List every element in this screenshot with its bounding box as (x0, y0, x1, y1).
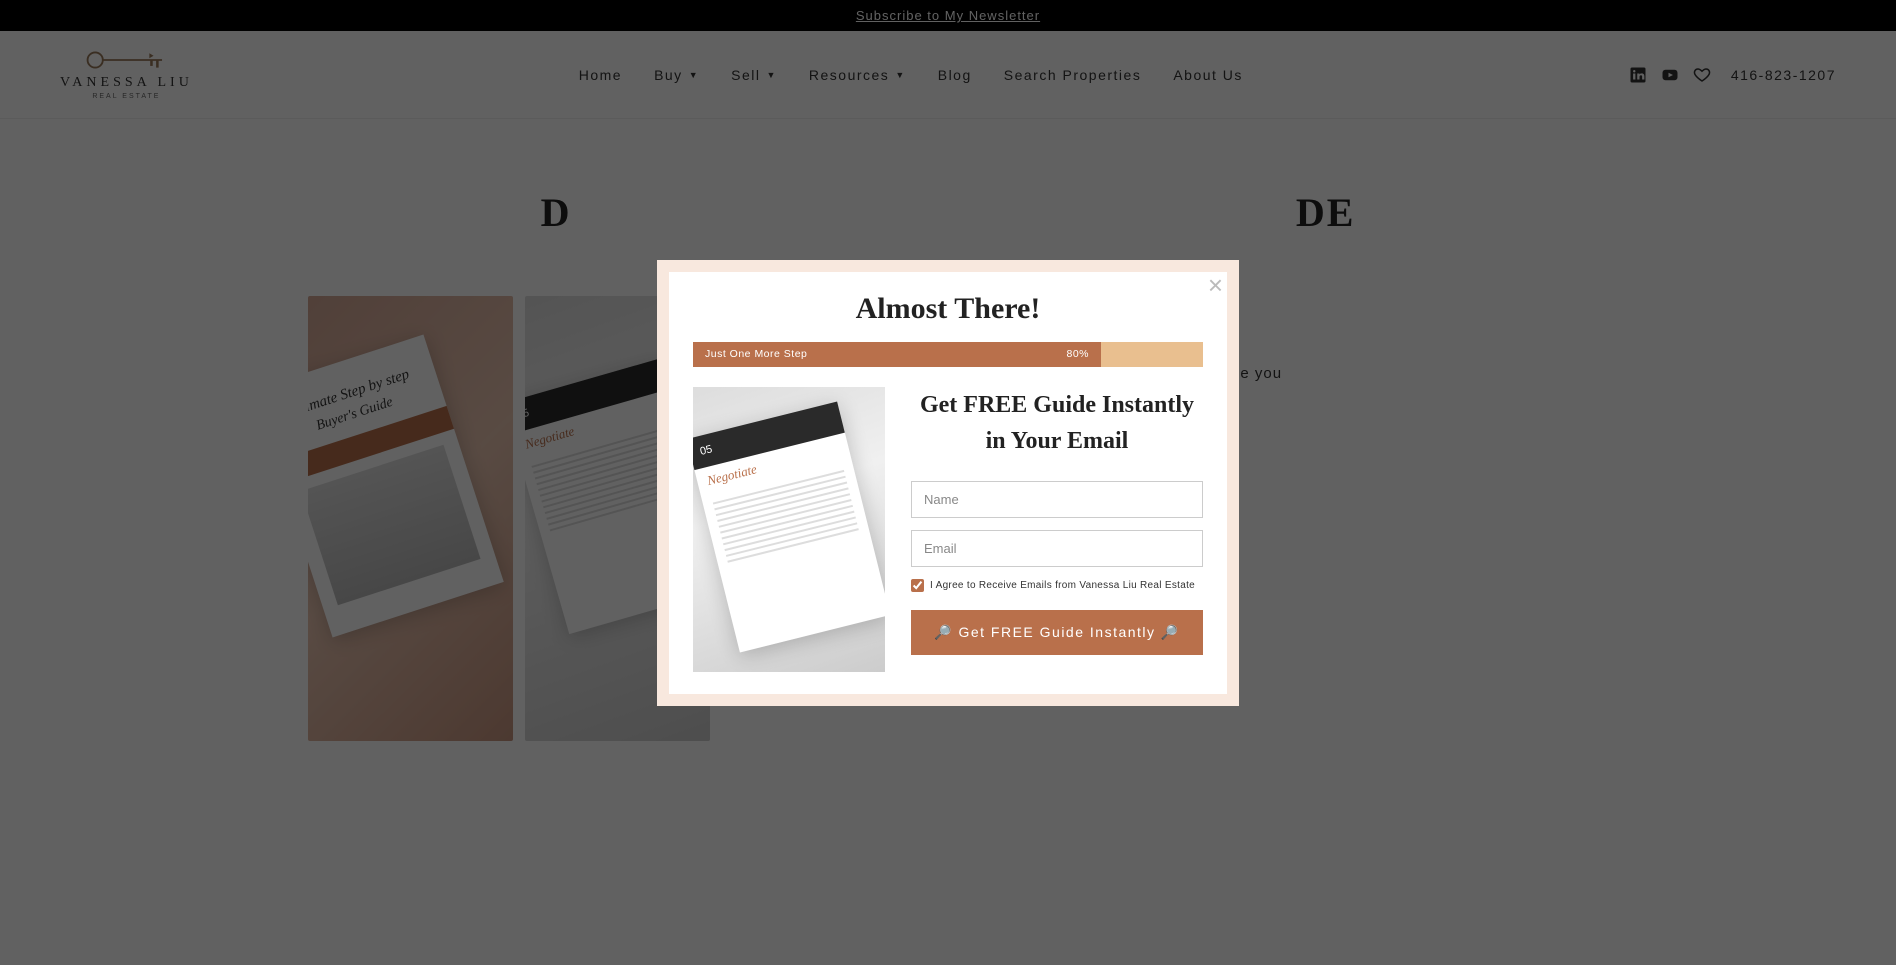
agree-row[interactable]: I Agree to Receive Emails from Vanessa L… (911, 579, 1203, 592)
name-field[interactable] (911, 481, 1203, 518)
email-field[interactable] (911, 530, 1203, 567)
progress-remaining (1101, 342, 1203, 367)
modal-form: Get FREE Guide Instantly in Your Email I… (911, 387, 1203, 672)
modal-overlay[interactable]: × Almost There! Just One More Step 80% 0… (0, 0, 1896, 965)
lead-capture-modal: × Almost There! Just One More Step 80% 0… (657, 260, 1239, 706)
progress-bar: Just One More Step 80% (693, 342, 1203, 367)
progress-label: Just One More Step (705, 348, 807, 360)
modal-book-image: 05 Negotiate (693, 387, 885, 672)
submit-button[interactable]: 🔎 Get FREE Guide Instantly 🔎 (911, 610, 1203, 655)
progress-percent: 80% (1066, 348, 1089, 360)
agree-checkbox[interactable] (911, 579, 924, 592)
agree-label: I Agree to Receive Emails from Vanessa L… (930, 580, 1195, 591)
close-icon[interactable]: × (1208, 272, 1223, 298)
modal-heading: Get FREE Guide Instantly in Your Email (911, 387, 1203, 459)
modal-title: Almost There! (693, 292, 1203, 326)
progress-fill: Just One More Step 80% (693, 342, 1101, 367)
